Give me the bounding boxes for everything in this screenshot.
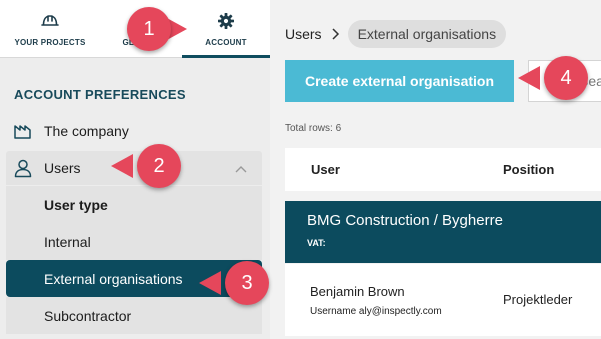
app-window: YOUR PROJECTS GLOBAL ACCOUNT ACCOUNT PRE… <box>0 0 601 339</box>
table-header: User Position <box>285 148 601 191</box>
column-header-position[interactable]: Position <box>503 162 554 177</box>
nav-your-projects-label: YOUR PROJECTS <box>14 38 86 47</box>
chevron-up-icon[interactable] <box>234 161 248 177</box>
person-position: Projektleder <box>503 292 573 307</box>
callout-marker-4: 4 <box>518 56 594 100</box>
organisation-vat: VAT: <box>307 238 326 248</box>
callout-number: 2 <box>137 144 181 188</box>
callout-pointer <box>199 271 221 295</box>
breadcrumb-current: External organisations <box>347 20 507 48</box>
callout-marker-2: 2 <box>111 144 187 188</box>
sidebar-item-internal[interactable]: Internal <box>6 223 262 260</box>
nav-account[interactable]: ACCOUNT <box>182 0 270 58</box>
nav-account-label: ACCOUNT <box>205 38 247 47</box>
sidebar-subheading-user-type: User type <box>6 186 262 223</box>
account-preferences-heading: ACCOUNT PREFERENCES <box>14 87 186 102</box>
callout-marker-1: 1 <box>127 7 187 51</box>
table-row[interactable]: Benjamin Brown Username aly@inspectly.co… <box>285 264 601 336</box>
breadcrumb-users[interactable]: Users <box>285 26 322 42</box>
create-external-organisation-button[interactable]: Create external organisation <box>285 60 514 102</box>
nav-your-projects[interactable]: YOUR PROJECTS <box>4 0 96 58</box>
callout-number: 1 <box>127 7 171 51</box>
chevron-right-icon <box>330 27 340 41</box>
gear-icon <box>182 12 270 30</box>
factory-icon <box>12 120 34 142</box>
sidebar-item-users-label: Users <box>44 160 81 176</box>
callout-pointer <box>518 66 540 90</box>
hard-hat-icon <box>4 12 96 30</box>
callout-marker-3: 3 <box>199 261 275 305</box>
person-name: Benjamin Brown <box>310 284 405 299</box>
sidebar-item-company-label: The company <box>44 123 129 139</box>
callout-number: 3 <box>225 261 269 305</box>
organisation-group-row[interactable]: BMG Construction / Bygherre VAT: <box>285 201 601 263</box>
total-rows-count: Total rows: 6 <box>285 123 342 134</box>
callout-pointer <box>111 154 133 178</box>
breadcrumb: Users External organisations <box>285 20 507 48</box>
column-header-user[interactable]: User <box>311 162 340 177</box>
callout-number: 4 <box>544 56 588 100</box>
sidebar-item-company[interactable]: The company <box>6 114 262 148</box>
organisation-name: BMG Construction / Bygherre <box>307 212 503 229</box>
main-content: Users External organisations Create exte… <box>270 0 601 339</box>
person-username: Username aly@inspectly.com <box>310 306 442 317</box>
user-icon <box>12 157 34 179</box>
